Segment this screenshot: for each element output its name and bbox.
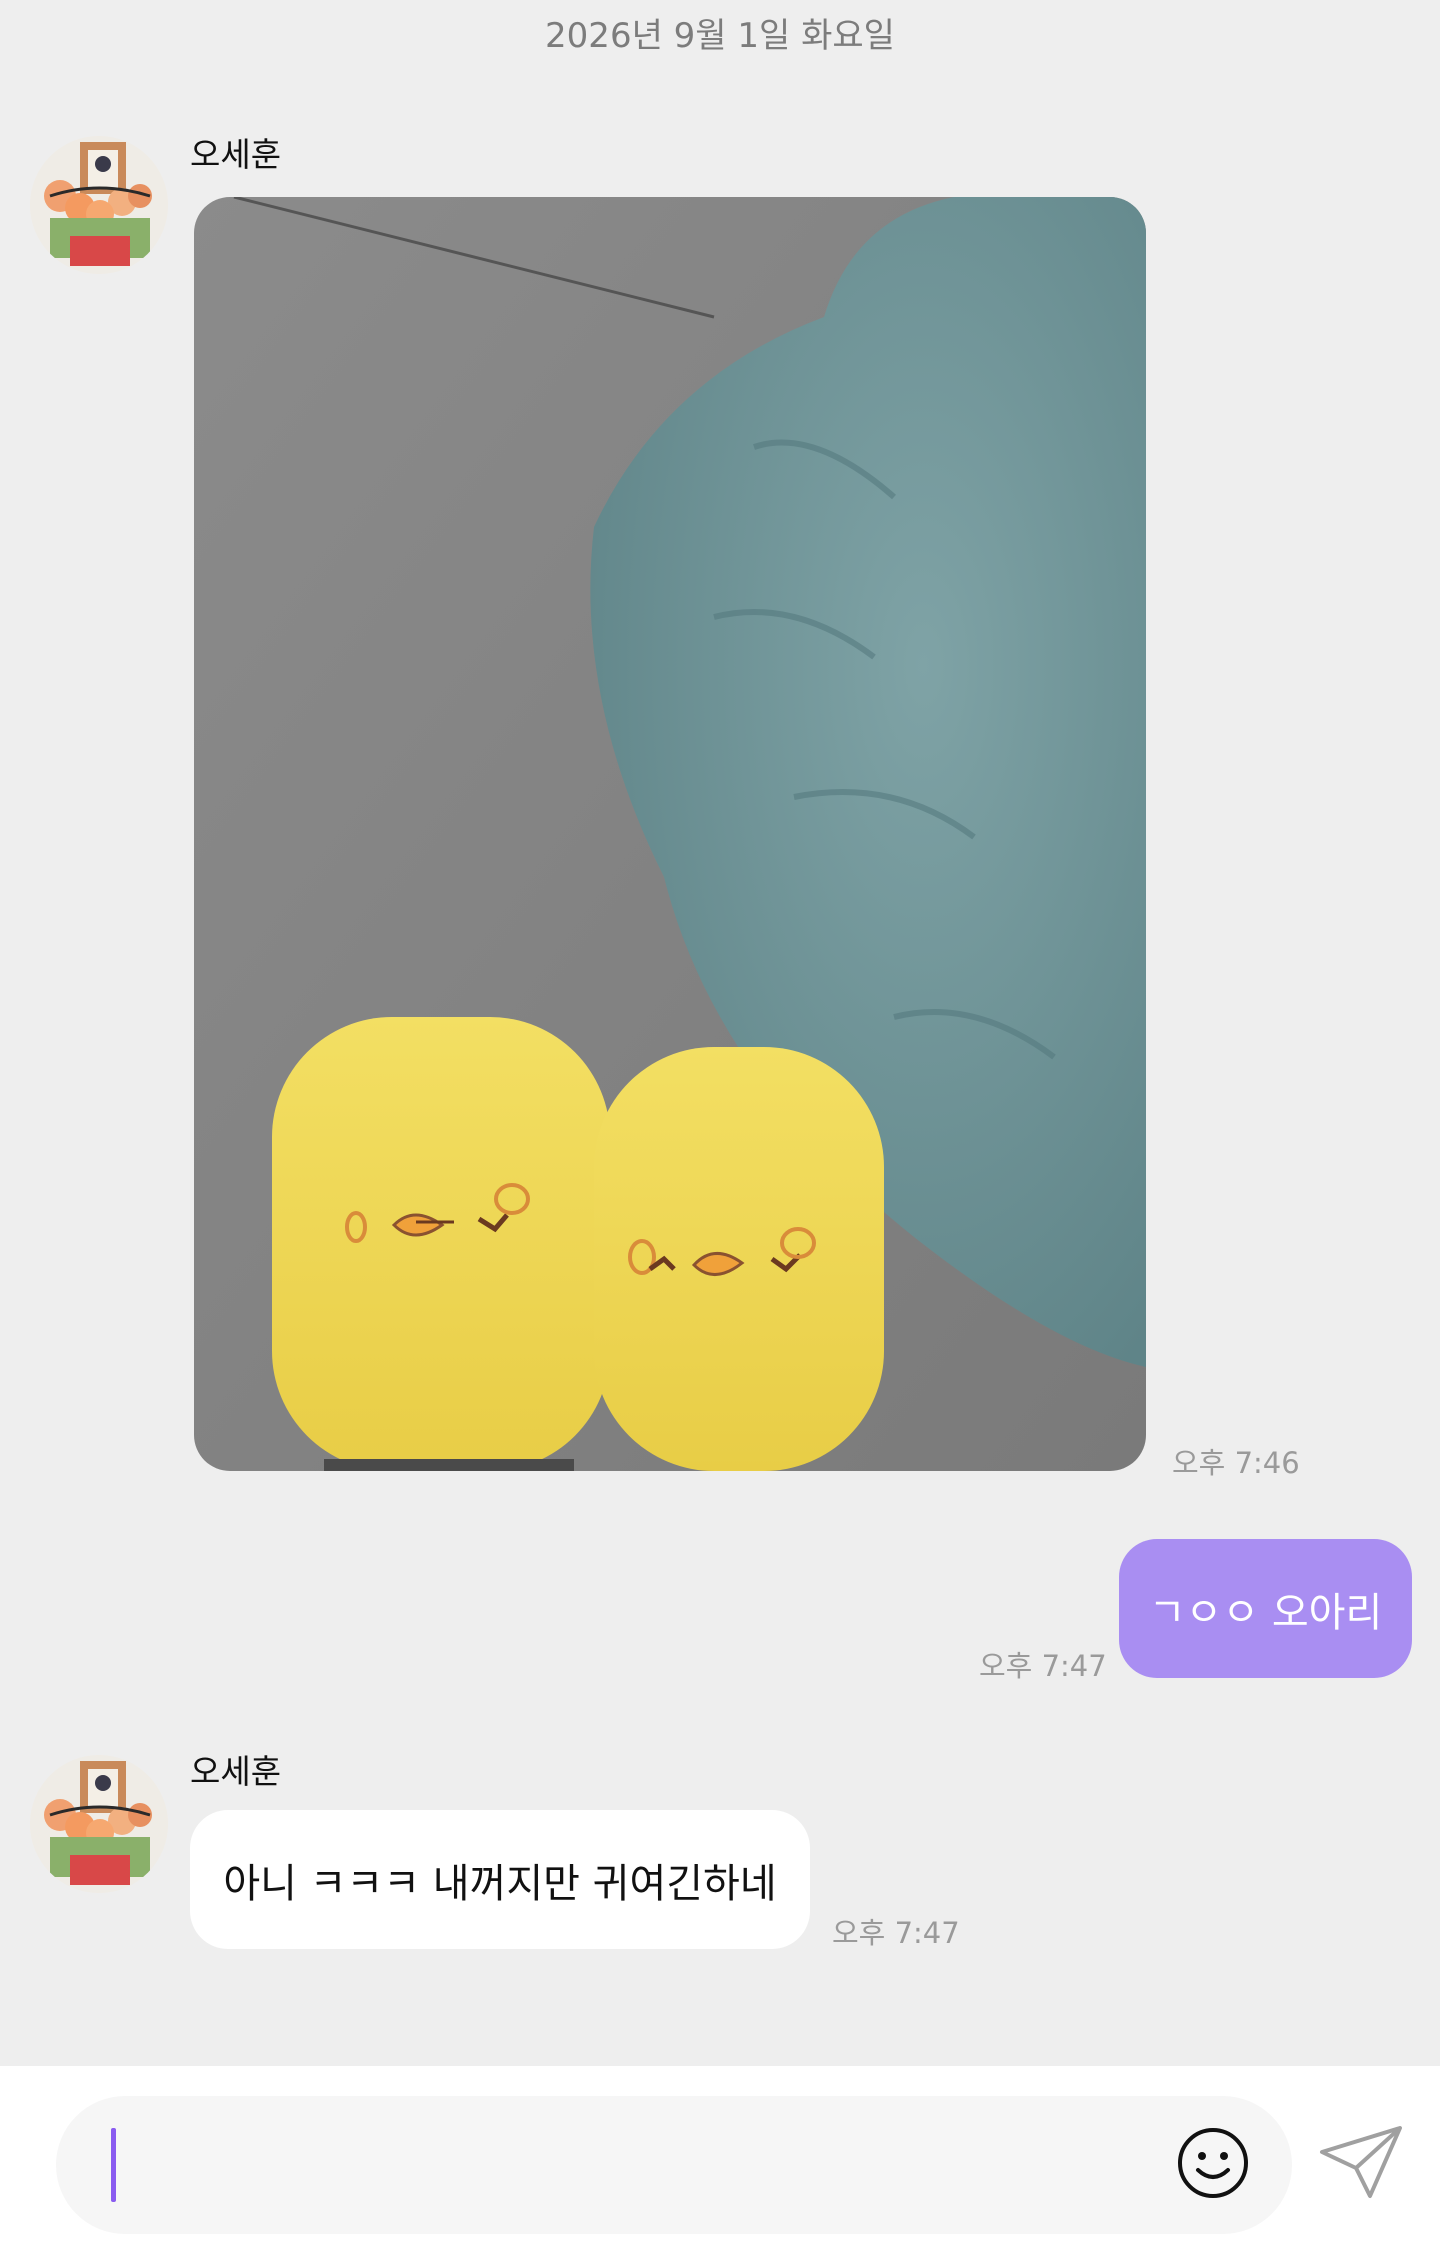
avatar[interactable]	[30, 1755, 168, 1893]
date-divider: 2026년 9월 1일 화요일	[545, 16, 895, 56]
avatar-image	[30, 1755, 168, 1893]
photo-message[interactable]	[194, 197, 1146, 1471]
smiley-icon[interactable]	[1176, 2126, 1250, 2200]
incoming-bubble[interactable]: 아니 ㅋㅋㅋ 내꺼지만 귀여긴하네	[190, 1810, 810, 1949]
avatar-image	[30, 136, 168, 274]
avatar[interactable]	[30, 136, 168, 274]
message-time: 오후 7:47	[979, 1649, 1107, 1683]
message-time: 오후 7:46	[1172, 1446, 1300, 1480]
outgoing-bubble[interactable]: ㄱㅇㅇ 오아리	[1119, 1539, 1412, 1678]
text-caret	[111, 2128, 116, 2202]
sender-name: 오세훈	[190, 1752, 282, 1791]
message-time: 오후 7:47	[832, 1916, 960, 1950]
message-input[interactable]	[56, 2096, 1292, 2234]
sender-name: 오세훈	[190, 135, 282, 174]
photo-image	[194, 197, 1146, 1471]
paper-plane-icon[interactable]	[1318, 2122, 1404, 2202]
